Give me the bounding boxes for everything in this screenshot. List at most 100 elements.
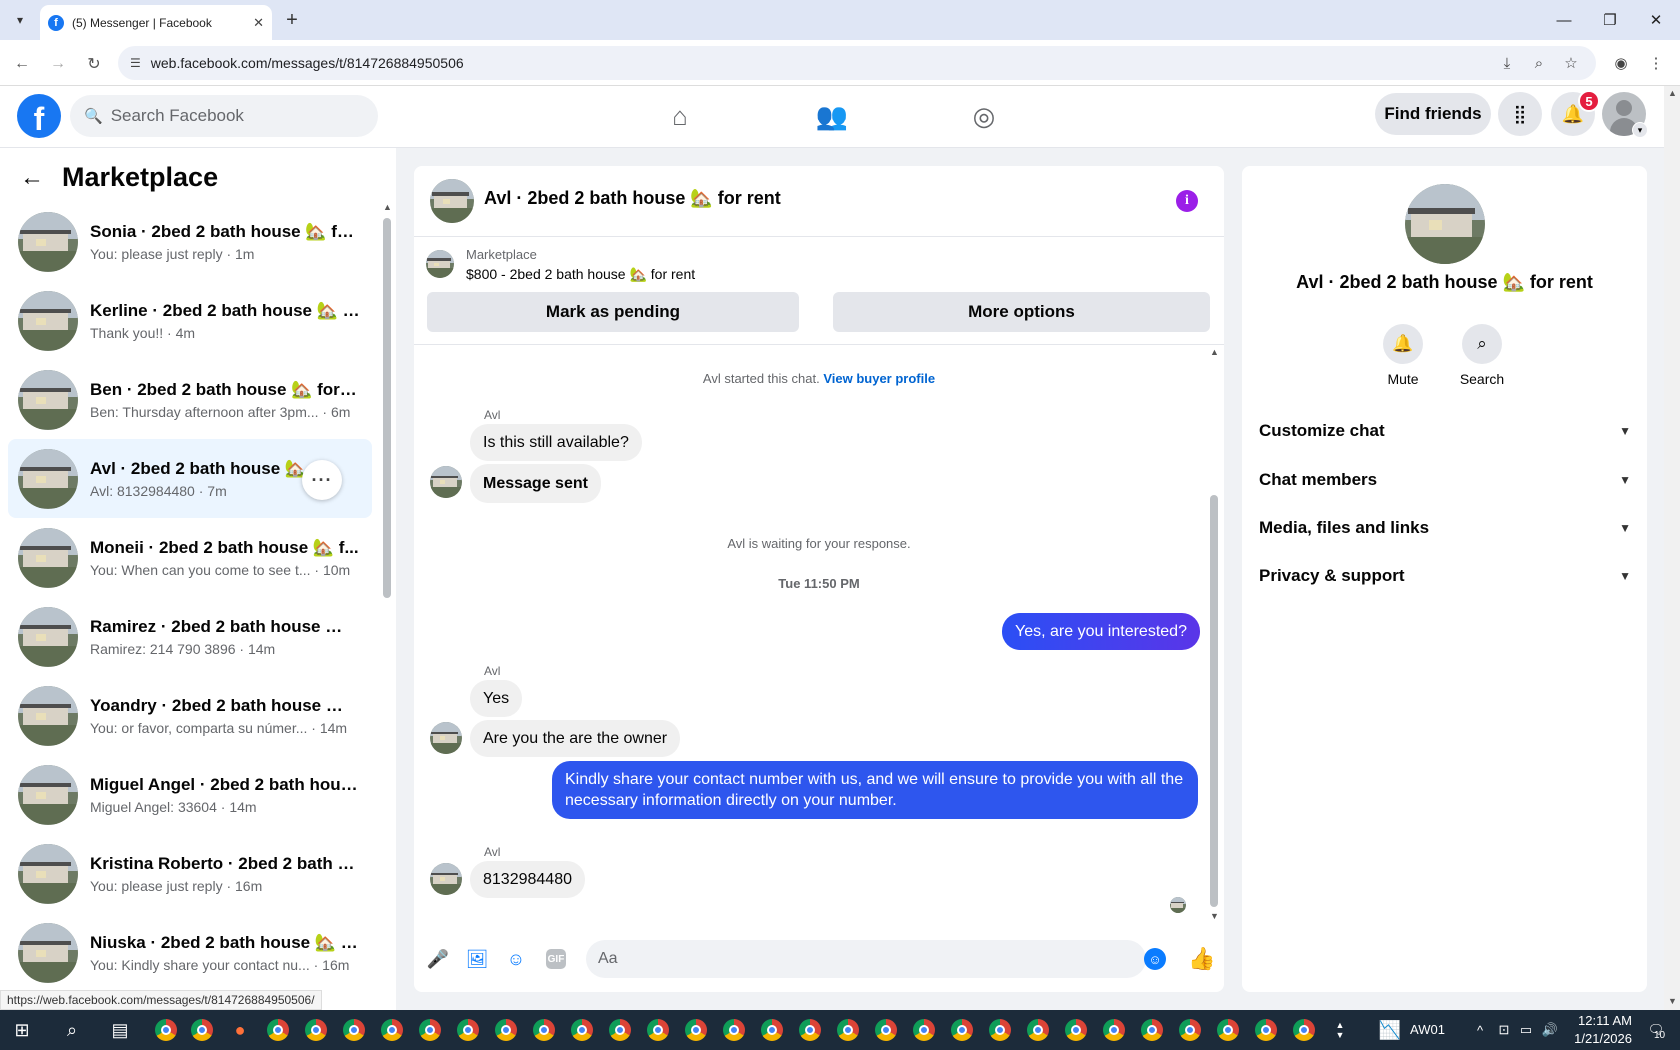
conversation-item[interactable]: Moneii · 2bed 2 bath house 🏡 f... You: Wh… [8, 518, 372, 597]
sender-avatar[interactable] [430, 722, 462, 754]
minimize-icon[interactable]: — [1544, 8, 1584, 32]
window-close-icon[interactable]: ✕ [1636, 8, 1676, 32]
thread-scroll-down-icon[interactable]: ▼ [1210, 911, 1219, 921]
outgoing-message[interactable]: Yes, are you interested? [1002, 613, 1200, 650]
privacy-support-section[interactable]: Privacy & support ▼ [1259, 558, 1631, 594]
chrome-profile-taskbar-icon[interactable] [1100, 1016, 1128, 1044]
incoming-message[interactable]: Are you the are the owner [470, 720, 681, 757]
chrome-profile-taskbar-icon[interactable] [530, 1016, 558, 1044]
conversation-item[interactable]: Kristina Roberto · 2bed 2 bath h... You: … [8, 834, 372, 913]
page-scrollbar[interactable]: ▲ ▼ [1664, 86, 1680, 1010]
restore-icon[interactable]: ❐ [1590, 8, 1630, 32]
taskbar-search-icon[interactable]: ⌕ [58, 1016, 86, 1044]
page-scroll-down-icon[interactable]: ▼ [1668, 996, 1677, 1006]
chrome-profile-taskbar-icon[interactable] [1024, 1016, 1052, 1044]
chrome-profile-taskbar-icon[interactable] [758, 1016, 786, 1044]
facebook-logo-icon[interactable]: f [17, 94, 61, 138]
mute-button[interactable]: 🔔 Mute [1373, 324, 1433, 387]
conversation-item-active[interactable]: Avl · 2bed 2 bath house 🏡 fo... Avl: 8132… [8, 439, 372, 518]
back-icon[interactable]: ← [10, 52, 34, 76]
chrome-profile-taskbar-icon[interactable] [264, 1016, 292, 1044]
listing-price[interactable]: $800 - 2bed 2 bath house 🏡 for rent [466, 266, 695, 283]
customize-chat-section[interactable]: Customize chat ▼ [1259, 413, 1631, 449]
browser-menu-icon[interactable]: ⋮ [1645, 52, 1667, 74]
thumbs-up-icon[interactable]: 👍 [1187, 944, 1217, 974]
firefox-taskbar-icon[interactable]: ● [226, 1016, 254, 1044]
back-arrow-icon[interactable]: ← [20, 164, 44, 192]
home-icon[interactable]: ⌂ [662, 98, 698, 134]
windows-start-icon[interactable]: ⊞ [8, 1016, 36, 1044]
profile-icon[interactable]: ◉ [1610, 52, 1632, 74]
chrome-profile-taskbar-icon[interactable] [948, 1016, 976, 1044]
chat-members-section[interactable]: Chat members ▼ [1259, 462, 1631, 498]
chrome-profile-taskbar-icon[interactable] [1062, 1016, 1090, 1044]
chrome-profile-taskbar-icon[interactable] [454, 1016, 482, 1044]
clock-date[interactable]: 1/21/2026 [1570, 1031, 1632, 1046]
chrome-profile-taskbar-icon[interactable] [568, 1016, 596, 1044]
stock-widget-icon[interactable]: 📉 [1376, 1016, 1404, 1044]
conversation-info-icon[interactable]: i [1176, 190, 1198, 212]
incoming-message[interactable]: 8132984480 [470, 861, 585, 898]
chrome-profile-taskbar-icon[interactable] [1176, 1016, 1204, 1044]
thread-scrollbar-thumb[interactable] [1210, 495, 1218, 907]
photo-icon[interactable]: 🖼 [465, 947, 489, 971]
sender-avatar[interactable] [430, 466, 462, 498]
forward-icon[interactable]: → [46, 52, 70, 76]
chat-title[interactable]: Avl · 2bed 2 bath house 🏡 for rent [484, 188, 781, 209]
address-bar[interactable]: ☰ web.facebook.com/messages/t/8147268849… [118, 46, 1596, 80]
chrome-profile-taskbar-icon[interactable] [302, 1016, 330, 1044]
account-chevron-down-icon[interactable]: ▾ [1632, 122, 1648, 138]
chrome-profile-taskbar-icon[interactable] [1252, 1016, 1280, 1044]
chrome-profile-taskbar-icon[interactable] [796, 1016, 824, 1044]
stock-ticker[interactable]: AW01 [1410, 1022, 1445, 1037]
chrome-profile-taskbar-icon[interactable] [910, 1016, 938, 1044]
chrome-profile-taskbar-icon[interactable] [1290, 1016, 1318, 1044]
sticker-icon[interactable]: ☺ [504, 947, 528, 971]
install-app-icon[interactable]: ⤓ [1496, 52, 1518, 74]
taskbar-overflow-icon[interactable]: ▲ ▼ [1326, 1016, 1354, 1044]
bookmark-star-icon[interactable]: ☆ [1560, 52, 1582, 74]
find-friends-button[interactable]: Find friends [1375, 93, 1491, 135]
listing-thumbnail[interactable] [426, 250, 454, 278]
emoji-icon[interactable]: ☺ [1144, 948, 1166, 970]
clock-time[interactable]: 12:11 AM [1570, 1013, 1632, 1028]
conversation-item[interactable]: Miguel Angel · 2bed 2 bath hous... Miguel… [8, 755, 372, 834]
incoming-message[interactable]: Yes [470, 680, 523, 717]
media-files-links-section[interactable]: Media, files and links ▼ [1259, 510, 1631, 546]
conversation-item[interactable]: Niuska · 2bed 2 bath house 🏡 f... You: Ki… [8, 913, 372, 992]
chrome-profile-taskbar-icon[interactable] [834, 1016, 862, 1044]
more-options-button[interactable]: More options [833, 292, 1210, 332]
microphone-icon[interactable]: 🎤 [426, 947, 450, 971]
chrome-profile-taskbar-icon[interactable] [378, 1016, 406, 1044]
mark-as-pending-button[interactable]: Mark as pending [427, 292, 799, 332]
chrome-taskbar-icon[interactable] [188, 1016, 216, 1044]
inbox-scrollbar[interactable]: ▲ [383, 202, 392, 944]
inbox-scrollbar-thumb[interactable] [383, 218, 391, 598]
conversation-item[interactable]: Kerline · 2bed 2 bath house 🏡 f... Thank … [8, 281, 372, 360]
chrome-profile-taskbar-icon[interactable] [986, 1016, 1014, 1044]
chrome-profile-taskbar-icon[interactable] [340, 1016, 368, 1044]
tab-close-icon[interactable]: ✕ [253, 15, 264, 31]
scroll-up-icon[interactable]: ▲ [383, 202, 392, 212]
chrome-profile-taskbar-icon[interactable] [682, 1016, 710, 1044]
task-view-icon[interactable]: ▤ [106, 1016, 134, 1044]
friends-icon[interactable]: 👥 [814, 98, 850, 134]
chrome-profile-taskbar-icon[interactable] [1214, 1016, 1242, 1044]
new-tab-icon[interactable]: + [280, 8, 304, 32]
browser-tab-messenger[interactable]: f (5) Messenger | Facebook ✕ [40, 5, 272, 40]
zoom-icon[interactable]: ⌕ [1528, 52, 1550, 74]
volume-icon[interactable]: 🔊 [1536, 1016, 1564, 1044]
facebook-search-input[interactable]: 🔍 Search Facebook [70, 95, 378, 137]
chrome-profile-taskbar-icon[interactable] [872, 1016, 900, 1044]
sender-avatar[interactable] [430, 863, 462, 895]
message-input[interactable]: Aa [586, 940, 1146, 978]
chrome-profile-taskbar-icon[interactable] [606, 1016, 634, 1044]
groups-icon[interactable]: ◎ [966, 98, 1002, 134]
menu-grid-icon[interactable]: ⣿ [1498, 92, 1542, 136]
incoming-message[interactable]: Message sent [470, 464, 601, 503]
chrome-profile-taskbar-icon[interactable] [416, 1016, 444, 1044]
info-avatar[interactable] [1405, 184, 1485, 264]
site-info-icon[interactable]: ☰ [130, 56, 141, 70]
conversation-item[interactable]: Yoandry · 2bed 2 bath house 🏡 ... You: or… [8, 676, 372, 755]
chrome-profile-taskbar-icon[interactable] [644, 1016, 672, 1044]
